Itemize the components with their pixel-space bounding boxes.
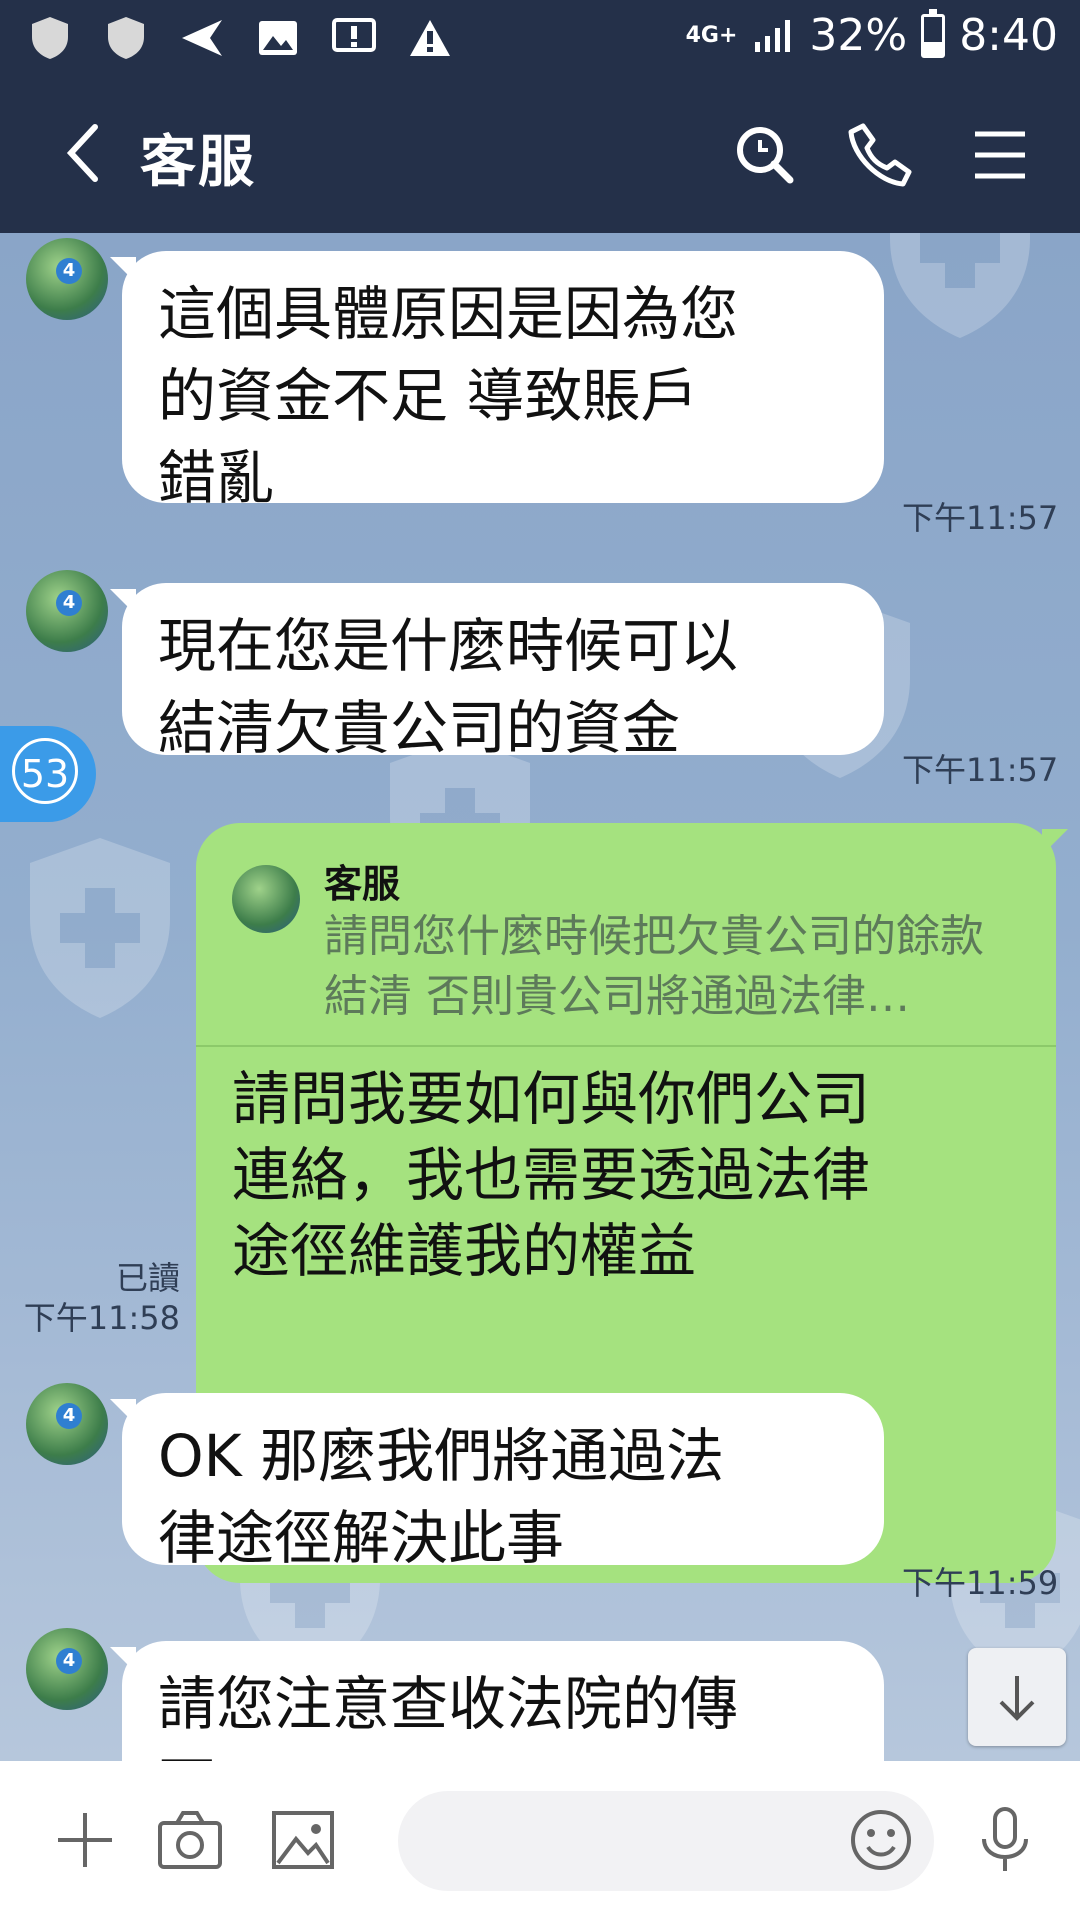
clock: 8:40	[959, 10, 1058, 61]
notification-icons	[25, 14, 455, 62]
shield-icon	[101, 14, 151, 62]
scroll-to-bottom-button[interactable]	[968, 1648, 1066, 1746]
emoji-icon[interactable]	[846, 1805, 916, 1875]
image-icon[interactable]	[268, 1805, 338, 1875]
message-bubble[interactable]: OK 那麼我們將通過法 律途徑解決此事	[110, 1393, 884, 1572]
quoted-avatar	[232, 865, 300, 933]
menu-icon[interactable]	[965, 120, 1035, 190]
alert-message-icon	[329, 14, 379, 62]
message-time: 下午11:59	[902, 1564, 1059, 1602]
network-type: 4G+	[685, 22, 738, 48]
chat-area[interactable]: 4 這個具體原因是因為您 的資金不足 導致賬戶 錯亂 下午11:57 4 現在您…	[0, 233, 1080, 1761]
shield-icon	[25, 14, 75, 62]
status-bar: 4G+ 32% 8:40	[0, 0, 1080, 75]
avatar[interactable]: 4	[26, 1383, 108, 1465]
battery-percent: 32%	[809, 10, 908, 61]
back-arrow-icon[interactable]	[55, 113, 115, 193]
down-arrow-icon	[999, 1676, 1035, 1721]
message-time: 下午11:58	[23, 1299, 180, 1337]
avatar[interactable]: 4	[26, 570, 108, 652]
send-arrow-icon	[177, 14, 227, 62]
quoted-text: 請問您什麼時候把欠貴公司的餘款結清 否則貴公司將通過法律…	[324, 911, 984, 1022]
message-bubble[interactable]: 現在您是什麼時候可以 結清欠貴公司的資金	[110, 583, 884, 762]
warning-icon	[405, 14, 455, 62]
signal-icon	[755, 19, 791, 52]
quoted-message[interactable]: 客服 請問您什麼時候把欠貴公司的餘款結清 否則貴公司將通過法律…	[196, 823, 1056, 1047]
message-bubble[interactable]: 這個具體原因是因為您 的資金不足 導致賬戶 錯亂	[110, 251, 884, 512]
message-time: 下午11:57	[902, 751, 1059, 789]
chat-header: 客服	[0, 75, 1080, 233]
avatar[interactable]: 4	[26, 238, 108, 320]
quoted-sender: 客服	[324, 862, 401, 906]
unread-count-badge[interactable]: 53	[0, 726, 96, 822]
avatar[interactable]: 4	[26, 1628, 108, 1710]
reply-text: 請問我要如何與你們公司 連絡，我也需要透過法律 途徑維護我的權益	[232, 1065, 871, 1285]
message-time: 下午11:57	[902, 499, 1059, 537]
page-title: 客服	[140, 130, 256, 195]
watermark-shield-icon	[30, 838, 170, 1018]
phone-icon[interactable]	[845, 120, 915, 190]
watermark-shield-icon	[890, 233, 1030, 338]
battery-icon	[921, 8, 946, 58]
message-bubble[interactable]: 請您注意查收法院的傳 票	[110, 1641, 884, 1761]
message-composer	[0, 1761, 1080, 1920]
image-icon	[253, 14, 303, 62]
plus-icon[interactable]	[50, 1805, 120, 1875]
status-right: 4G+ 32% 8:40	[685, 8, 1058, 61]
microphone-icon[interactable]	[970, 1805, 1040, 1875]
camera-icon[interactable]	[155, 1805, 225, 1875]
search-icon[interactable]	[730, 120, 800, 190]
